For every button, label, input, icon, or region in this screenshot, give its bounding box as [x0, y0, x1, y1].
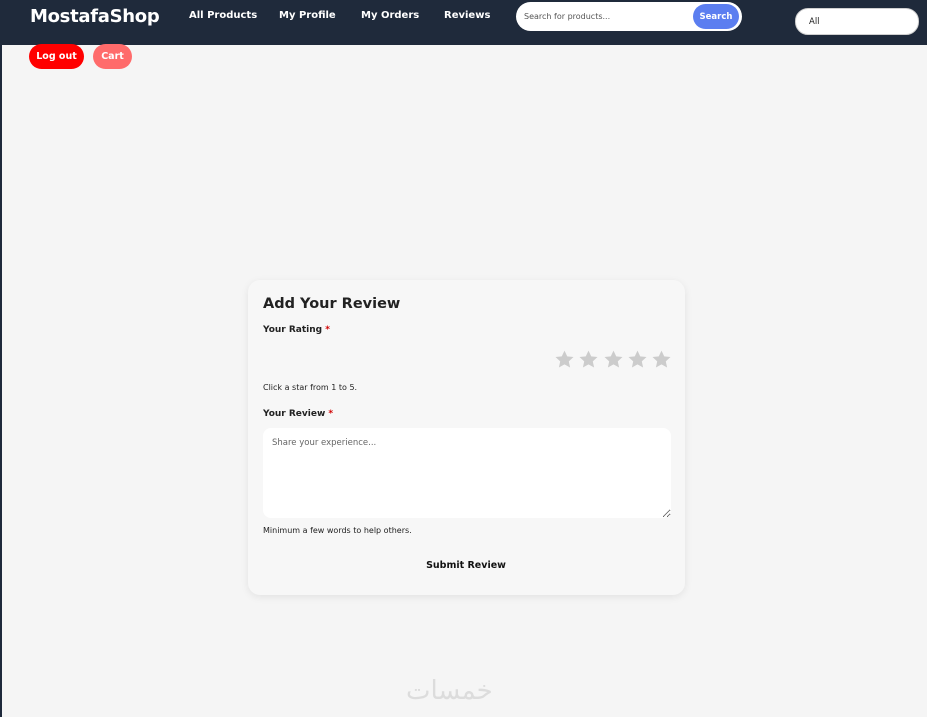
nav-all-products[interactable]: All Products	[189, 10, 257, 21]
nav-my-orders[interactable]: My Orders	[361, 10, 419, 21]
left-edge-strip	[0, 0, 2, 717]
star-icon[interactable]	[603, 349, 624, 370]
star-icon[interactable]	[554, 349, 575, 370]
review-form-card: Add Your Review Your Rating * Click a st…	[248, 280, 685, 595]
review-label: Your Review *	[263, 409, 333, 419]
search-bar: Search	[516, 2, 742, 31]
required-marker: *	[328, 409, 334, 419]
submit-review-button[interactable]: Submit Review	[416, 555, 516, 575]
rating-hint: Click a star from 1 to 5.	[263, 383, 358, 392]
rating-label: Your Rating *	[263, 325, 330, 335]
review-form-title: Add Your Review	[263, 296, 401, 312]
search-input[interactable]	[524, 8, 692, 25]
top-navbar: MostafaShop All Products My Profile My O…	[0, 0, 927, 45]
rating-label-text: Your Rating	[263, 325, 323, 335]
review-hint: Minimum a few words to help others.	[263, 526, 412, 535]
nav-my-profile[interactable]: My Profile	[279, 10, 336, 21]
star-rating	[554, 349, 672, 371]
nav-reviews[interactable]: Reviews	[444, 10, 490, 21]
cart-button[interactable]: Cart	[93, 44, 132, 69]
required-marker: *	[325, 325, 330, 335]
review-label-text: Your Review	[263, 409, 326, 419]
search-button[interactable]: Search	[693, 4, 739, 29]
star-icon[interactable]	[627, 349, 648, 370]
category-select[interactable]: All	[795, 8, 919, 35]
brand-logo[interactable]: MostafaShop	[30, 6, 160, 27]
review-textarea[interactable]	[263, 428, 671, 518]
watermark-logo: خمسات	[406, 676, 493, 706]
logout-button[interactable]: Log out	[29, 44, 84, 69]
star-icon[interactable]	[578, 349, 599, 370]
star-icon[interactable]	[651, 349, 672, 370]
